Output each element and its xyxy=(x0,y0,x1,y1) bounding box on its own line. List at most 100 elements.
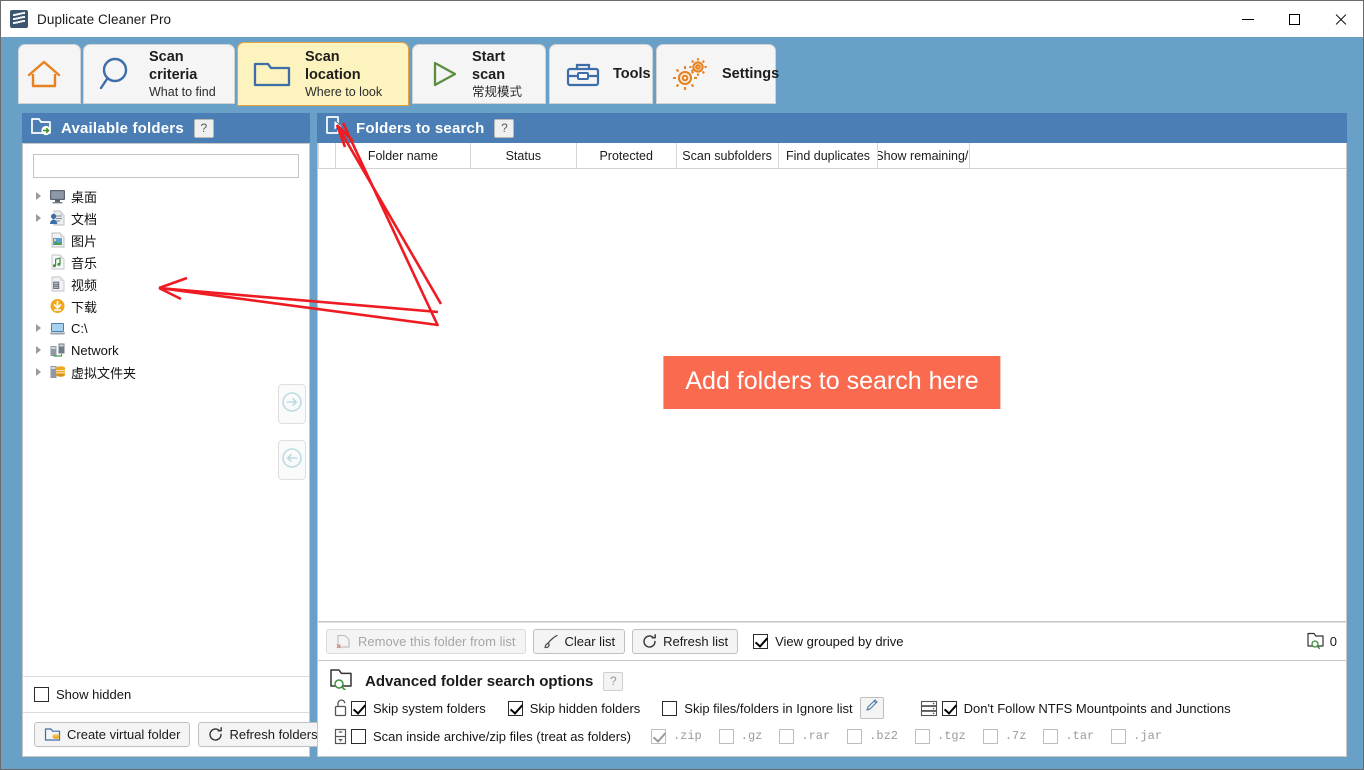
brush-icon xyxy=(543,634,559,649)
folder-select-icon xyxy=(325,115,347,141)
tree-item-downloads[interactable]: 下载 xyxy=(31,295,309,317)
archive-type-zip-checkbox[interactable]: .zip xyxy=(650,728,702,744)
tree-item-pictures[interactable]: 图片 xyxy=(31,229,309,251)
archive-type-tar-checkbox[interactable]: .tar xyxy=(1043,728,1094,744)
tab-settings[interactable]: Settings xyxy=(656,44,779,104)
column-header-scan-subfolders[interactable]: Scan subfolders xyxy=(677,143,779,168)
folders-to-search-grid[interactable]: Folder name Status Protected Scan subfol… xyxy=(317,143,1347,622)
remove-this-folder-label: Remove this folder from list xyxy=(358,634,516,649)
folders-to-search-help-button[interactable]: ? xyxy=(494,118,515,138)
available-folders-header: Available folders ? xyxy=(22,113,310,143)
archive-type-gz-checkbox[interactable]: .gz xyxy=(718,728,762,744)
grid-header-row: Folder name Status Protected Scan subfol… xyxy=(318,143,1346,169)
content-area: Available folders ? 桌面 文档 图片 音乐 视频 下载 C:… xyxy=(1,106,1363,769)
view-grouped-by-drive-checkbox[interactable]: View grouped by drive xyxy=(753,634,904,649)
minimize-button[interactable] xyxy=(1225,1,1271,37)
folder-icon xyxy=(252,57,294,91)
archive-type-7z-checkbox[interactable]: .7z xyxy=(982,728,1026,744)
add-folder-button[interactable] xyxy=(278,384,306,424)
tab-home[interactable] xyxy=(18,44,81,104)
tab-scan-criteria[interactable]: Scan criteria What to find xyxy=(83,44,235,104)
expander-icon[interactable] xyxy=(31,214,46,222)
videos-icon xyxy=(46,276,68,292)
advanced-options-title-row: Advanced folder search options ? xyxy=(329,668,1346,694)
create-virtual-folder-label: Create virtual folder xyxy=(67,727,181,742)
title-bar: Duplicate Cleaner Pro xyxy=(1,1,1363,37)
archive-type-tgz-label: .tgz xyxy=(937,729,966,743)
clear-list-button[interactable]: Clear list xyxy=(532,629,626,654)
remove-folder-arrow-button[interactable] xyxy=(278,440,306,480)
edit-ignore-list-button[interactable] xyxy=(859,697,884,719)
archive-type-rar-checkbox[interactable]: .rar xyxy=(779,728,831,744)
advanced-options-row-1: Skip system folders Skip hidden folders … xyxy=(329,694,1346,722)
tab-start-scan-labels: Start scan 常规模式 xyxy=(472,48,531,100)
column-header-folder-name[interactable]: Folder name xyxy=(336,143,471,168)
expander-icon[interactable] xyxy=(31,192,46,200)
tree-item-label: 图片 xyxy=(71,233,98,249)
expander-icon[interactable] xyxy=(31,368,46,376)
archive-type-rar-label: .rar xyxy=(801,729,831,743)
tree-item-desktop[interactable]: 桌面 xyxy=(31,185,309,207)
tree-item-virtual-folders[interactable]: 虚拟文件夹 xyxy=(31,361,309,383)
tab-start-scan[interactable]: Start scan 常规模式 xyxy=(412,44,546,104)
tab-scan-location-title: Scan location xyxy=(305,49,361,83)
checkbox-box xyxy=(34,687,49,702)
archive-type-tgz-checkbox[interactable]: .tgz xyxy=(915,728,966,744)
checkbox-box xyxy=(351,728,366,744)
arrow-left-circle-icon xyxy=(281,447,303,474)
tree-item-label: 视频 xyxy=(71,277,98,293)
column-header-show-remaining[interactable]: Show remaining/( xyxy=(878,143,971,168)
skip-system-folders-checkbox[interactable]: Skip system folders xyxy=(351,700,486,716)
folder-filter-input[interactable] xyxy=(34,155,298,177)
tree-item-drive-c[interactable]: C:\ xyxy=(31,317,309,339)
remove-this-folder-button[interactable]: Remove this folder from list xyxy=(326,629,526,654)
archive-type-jar-checkbox[interactable]: .jar xyxy=(1111,728,1163,744)
checkbox-box xyxy=(507,700,523,716)
skip-hidden-folders-checkbox[interactable]: Skip hidden folders xyxy=(507,700,640,716)
expander-icon[interactable] xyxy=(31,324,46,332)
checkbox-box xyxy=(351,700,366,716)
column-header-find-duplicates[interactable]: Find duplicates xyxy=(779,143,879,168)
column-header-status[interactable]: Status xyxy=(471,143,577,168)
tab-tools[interactable]: Tools xyxy=(549,44,653,104)
archive-type-jar-label: .jar xyxy=(1133,729,1163,743)
close-button[interactable] xyxy=(1317,1,1363,37)
dont-follow-ntfs-checkbox[interactable]: Don't Follow NTFS Mountpoints and Juncti… xyxy=(941,700,1231,716)
folder-count-indicator: 0 xyxy=(1306,631,1337,652)
refresh-list-button[interactable]: Refresh list xyxy=(632,629,739,654)
advanced-options-row-2: Scan inside archive/zip files (treat as … xyxy=(329,722,1346,750)
tab-strip: Scan criteria What to find Scan location… xyxy=(1,37,1363,106)
tree-item-network[interactable]: Network xyxy=(31,339,309,361)
show-hidden-checkbox[interactable]: Show hidden xyxy=(34,687,131,702)
tree-item-documents[interactable]: 文档 xyxy=(31,207,309,229)
column-header-select[interactable] xyxy=(318,143,336,168)
remove-folder-icon xyxy=(336,634,352,649)
tab-scan-location[interactable]: Scan location Where to look xyxy=(237,42,409,106)
skip-ignore-list-checkbox[interactable]: Skip files/folders in Ignore list xyxy=(662,700,853,716)
column-header-protected[interactable]: Protected xyxy=(577,143,677,168)
maximize-button[interactable] xyxy=(1271,1,1317,37)
advanced-options-help-button[interactable]: ? xyxy=(603,671,624,691)
folders-to-search-title: Folders to search xyxy=(356,119,485,137)
arrow-right-circle-icon xyxy=(281,391,303,418)
available-folders-help-button[interactable]: ? xyxy=(193,118,214,138)
pencil-icon xyxy=(864,698,879,718)
window-controls xyxy=(1225,1,1363,37)
folder-virtual-icon xyxy=(44,727,61,742)
maximize-icon xyxy=(1288,13,1300,25)
tree-item-label: Network xyxy=(71,342,119,358)
create-virtual-folder-button[interactable]: Create virtual folder xyxy=(34,722,191,747)
tree-item-music[interactable]: 音乐 xyxy=(31,251,309,273)
downloads-icon xyxy=(46,298,68,314)
folder-add-icon xyxy=(30,116,52,141)
tab-scan-criteria-labels: Scan criteria What to find xyxy=(149,48,220,100)
scan-inside-archive-checkbox[interactable]: Scan inside archive/zip files (treat as … xyxy=(351,728,631,744)
folder-filter-box[interactable] xyxy=(33,154,299,178)
expander-icon[interactable] xyxy=(31,346,46,354)
refresh-folders-button[interactable]: Refresh folders xyxy=(198,722,328,747)
archive-type-bz2-checkbox[interactable]: .bz2 xyxy=(847,728,898,744)
application-window: Duplicate Cleaner Pro Scan criteria What… xyxy=(0,0,1364,770)
available-folders-tree[interactable]: 桌面 文档 图片 音乐 视频 下载 C:\ Network 虚拟文件夹 xyxy=(23,178,309,676)
tree-item-videos[interactable]: 视频 xyxy=(31,273,309,295)
column-header-filler xyxy=(970,143,1346,168)
